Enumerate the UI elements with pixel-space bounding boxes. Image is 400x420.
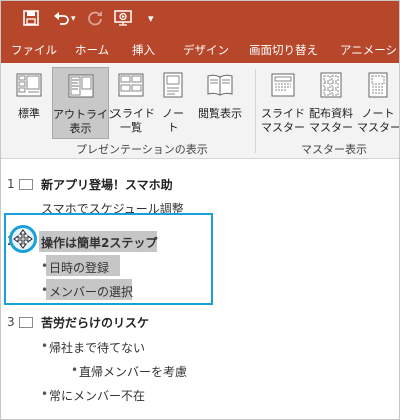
- tab-design[interactable]: デザイン: [183, 37, 229, 63]
- customize-qat-icon[interactable]: ▾: [148, 10, 154, 28]
- redo-icon: [87, 10, 103, 28]
- master-views-group-label: マスター表示: [301, 143, 367, 156]
- handout-master-label: 配布資料 マスター: [309, 107, 353, 134]
- slide-number: 1: [7, 177, 15, 191]
- outline-bullet-text[interactable]: 帰社まで待てない: [49, 339, 145, 356]
- normal-view-button[interactable]: 標準: [9, 67, 49, 139]
- slide-master-label: スライド マスター: [261, 107, 305, 134]
- handout-master-button[interactable]: 配布資料 マスター: [307, 67, 355, 139]
- undo-dropdown-icon[interactable]: ▾: [71, 10, 76, 28]
- reading-view-label: 閲覧表示: [198, 107, 242, 120]
- slide-master-button[interactable]: スライド マスター: [261, 67, 305, 139]
- slide-sorter-button[interactable]: スライド 一覧: [111, 67, 155, 139]
- tab-animations[interactable]: アニメーション: [340, 37, 399, 63]
- callout-frame: [4, 213, 213, 305]
- slide-sorter-label: スライド 一覧: [111, 107, 155, 134]
- quick-access-toolbar: ▾ ▾: [1, 1, 399, 37]
- bullet-icon: •: [71, 363, 79, 377]
- normal-view-label: 標準: [18, 107, 40, 120]
- slide-sorter-icon: [118, 72, 144, 102]
- handout-master-icon: [318, 72, 344, 102]
- slide-icon[interactable]: [19, 179, 33, 190]
- slideshow-from-start-icon[interactable]: [114, 10, 134, 28]
- notes-page-icon: [160, 72, 186, 102]
- move-cursor-icon: [13, 229, 33, 249]
- reading-view-icon: [206, 72, 234, 102]
- save-icon[interactable]: [23, 10, 39, 28]
- ribbon-tabs: ファイル ホーム 挿入 デザイン 画面切り替え アニメーション: [1, 37, 399, 63]
- slide-number: 3: [7, 315, 15, 329]
- outline-view-button[interactable]: アウトライン 表示: [52, 67, 119, 139]
- tab-insert[interactable]: 挿入: [132, 37, 155, 63]
- notes-master-button[interactable]: ノート マスター: [357, 67, 399, 139]
- slide-master-icon: [270, 72, 296, 102]
- slide-icon[interactable]: [19, 317, 33, 328]
- normal-view-icon: [16, 72, 42, 102]
- bullet-icon: •: [41, 387, 49, 401]
- notes-master-label: ノート マスター: [357, 107, 400, 134]
- tab-transitions[interactable]: 画面切り替え: [249, 37, 318, 63]
- notes-master-icon: [365, 72, 391, 102]
- slide-title[interactable]: 苦労だらけのリスケ: [41, 314, 149, 331]
- undo-icon[interactable]: [53, 10, 71, 28]
- reading-view-button[interactable]: 閲覧表示: [194, 67, 246, 139]
- notes-page-label: ノート: [162, 107, 184, 134]
- move-cursor-indicator: [9, 225, 37, 253]
- powerpoint-window: ▾ ▾ ファイル ホーム 挿入 デザイン 画面切り替え アニメーション 標準: [0, 0, 400, 420]
- outline-bullet-text[interactable]: 直帰メンバーを考慮: [79, 363, 187, 380]
- notes-page-button[interactable]: ノート: [153, 67, 193, 139]
- group-separator: [255, 69, 256, 153]
- slide-title[interactable]: 新アプリ登場！スマホ助: [41, 176, 173, 193]
- tab-home[interactable]: ホーム: [75, 37, 109, 63]
- outline-view-icon: [68, 73, 94, 103]
- view-ribbon: 標準 アウトライン 表示 スライド 一覧 ノート 閲覧表示 プレゼンテーションの…: [1, 63, 399, 159]
- tab-file[interactable]: ファイル: [11, 37, 57, 63]
- presentation-views-group-label: プレゼンテーションの表示: [76, 143, 208, 156]
- outline-view-label: アウトライン 表示: [53, 108, 119, 135]
- outline-bullet-text[interactable]: 常にメンバー不在: [49, 387, 145, 404]
- bullet-icon: •: [41, 339, 49, 353]
